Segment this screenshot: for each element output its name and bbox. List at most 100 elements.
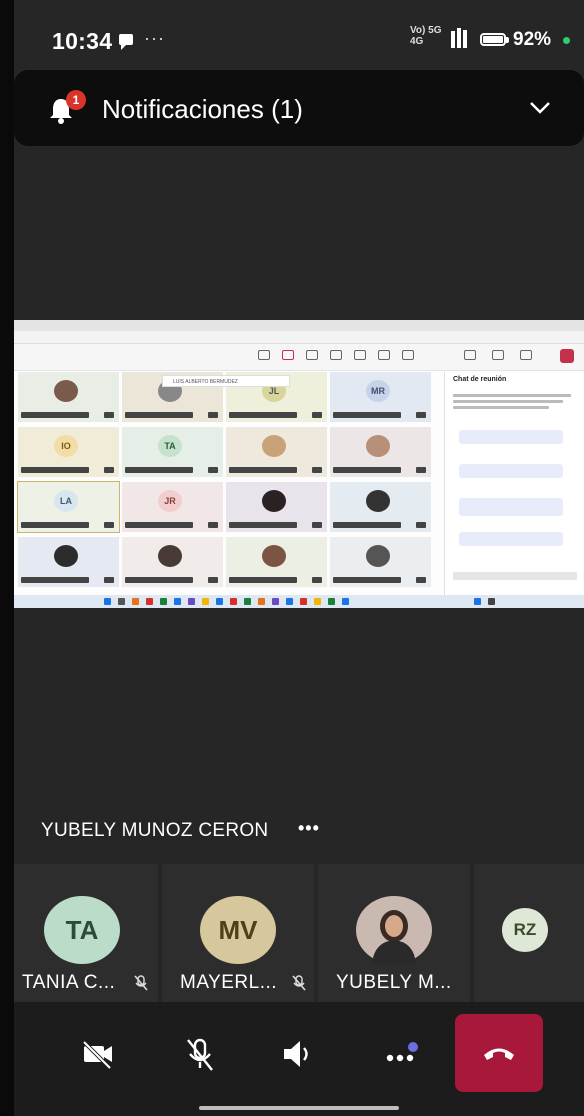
signal-icon — [451, 31, 455, 48]
taskbar-icon — [230, 598, 237, 605]
taskbar-icon — [188, 598, 195, 605]
tile-mic-bar — [416, 467, 426, 473]
tile-avatar — [262, 490, 286, 512]
tile-mic-bar — [208, 412, 218, 418]
pinned-more-button[interactable]: ••• — [298, 818, 320, 839]
signal-bar — [457, 28, 461, 48]
participant-avatar: RZ — [502, 908, 548, 952]
taskbar-icon — [488, 598, 495, 605]
taskbar-icon — [160, 598, 167, 605]
shared-window-titlebar — [14, 320, 584, 331]
participant-name: MAYERL... — [180, 972, 278, 993]
participant-tile[interactable]: YUBELY M... — [318, 864, 470, 1002]
taskbar-icon — [328, 598, 335, 605]
participant-tile[interactable]: TA TANIA C... — [14, 864, 158, 1002]
tile-avatar — [366, 490, 390, 512]
tile-mic-bar — [312, 577, 322, 583]
shared-screen[interactable]: JL MR IO TA LA JR LUIS ALBERTO BERMUDEZ … — [14, 320, 584, 608]
tile-mic-bar — [104, 467, 114, 473]
tile-mic-bar — [104, 412, 114, 418]
grid-tile: MR — [330, 372, 431, 422]
taskbar-icon — [132, 598, 139, 605]
taskbar-icon — [474, 598, 481, 605]
mic-off-icon — [292, 975, 306, 991]
notification-bar[interactable]: 1 Notificaciones (1) — [14, 70, 584, 146]
taskbar-icon — [314, 598, 321, 605]
chat-compose-box — [453, 572, 577, 580]
tile-avatar — [262, 545, 286, 567]
grid-tile — [330, 537, 431, 587]
more-icon[interactable] — [378, 1032, 422, 1076]
grid-tile: LA — [17, 481, 120, 533]
toolbar-leave-button — [560, 349, 574, 363]
network-label: Vo) 5G 4G — [410, 25, 441, 47]
participant-name: YUBELY M... — [336, 972, 452, 993]
tile-name-bar — [21, 577, 89, 583]
pinned-participant-name: YUBELY MUNOZ CERON — [41, 820, 269, 841]
tile-name-bar — [333, 522, 401, 528]
participant-tile[interactable]: RZ — [474, 864, 584, 1002]
tile-mic-bar — [208, 522, 218, 528]
shared-taskbar — [14, 595, 584, 608]
tile-mic-bar — [312, 467, 322, 473]
grid-tile — [330, 482, 431, 532]
toolbar-mic-icon — [492, 350, 504, 360]
tile-name-bar — [125, 467, 193, 473]
chat-text-line — [453, 406, 549, 409]
toolbar-view-icon — [354, 350, 366, 360]
speaker-icon[interactable] — [276, 1032, 320, 1076]
home-indicator — [199, 1106, 399, 1110]
chat-bubble — [459, 532, 563, 546]
participant-avatar: MV — [200, 896, 276, 964]
privacy-indicator — [563, 37, 570, 44]
grid-tile — [226, 427, 327, 477]
mic-off-icon — [134, 975, 148, 991]
grid-tile — [122, 537, 223, 587]
hang-up-button[interactable] — [455, 1014, 543, 1092]
tile-avatar: IO — [54, 435, 78, 457]
taskbar-icon — [300, 598, 307, 605]
chevron-down-icon[interactable] — [528, 98, 552, 118]
grid-tile — [226, 482, 327, 532]
chat-text-line — [453, 394, 571, 397]
tile-avatar — [366, 545, 390, 567]
tile-avatar: MR — [366, 380, 390, 402]
tile-name-bar — [333, 467, 401, 473]
network-bottom: 4G — [410, 36, 424, 47]
tile-name-bar — [229, 467, 297, 473]
tile-mic-bar — [208, 577, 218, 583]
status-bar: 10:34 ··· Vo) 5G 4G 92% — [14, 0, 584, 70]
shared-meeting-toolbar — [14, 344, 584, 371]
tile-avatar: LA — [54, 490, 78, 512]
tile-name-bar — [229, 522, 297, 528]
tile-avatar — [262, 435, 286, 457]
tile-avatar — [54, 380, 78, 402]
participant-tile[interactable]: MV MAYERL... — [162, 864, 314, 1002]
toolbar-camera-icon — [464, 350, 476, 360]
taskbar-icon — [104, 598, 111, 605]
chat-text-line — [453, 400, 563, 403]
tile-name-bar — [333, 412, 401, 418]
tile-mic-bar — [312, 522, 322, 528]
network-top: Vo) 5G — [410, 25, 442, 36]
taskbar-icon — [258, 598, 265, 605]
grid-tile: TA — [122, 427, 223, 477]
status-overflow: ··· — [144, 28, 165, 48]
participant-name: TANIA C... — [22, 972, 116, 993]
toolbar-chat-icon — [258, 350, 270, 360]
taskbar-icon — [342, 598, 349, 605]
camera-off-icon[interactable] — [76, 1032, 120, 1076]
signal-bar — [463, 30, 467, 48]
participant-photo-portrait — [372, 910, 416, 964]
taskbar-icon — [202, 598, 209, 605]
shared-chat-panel: Chat de reunión — [444, 372, 584, 597]
taskbar-icon — [216, 598, 223, 605]
tile-avatar — [158, 545, 182, 567]
tile-mic-bar — [416, 522, 426, 528]
tile-mic-bar — [416, 577, 426, 583]
status-time: 10:34 — [52, 28, 113, 54]
taskbar-icon — [118, 598, 125, 605]
battery-percent: 92% — [513, 29, 552, 50]
call-screen: 10:34 ··· Vo) 5G 4G 92% 1 Notificaciones… — [14, 0, 584, 1116]
mic-off-icon[interactable] — [178, 1032, 222, 1076]
